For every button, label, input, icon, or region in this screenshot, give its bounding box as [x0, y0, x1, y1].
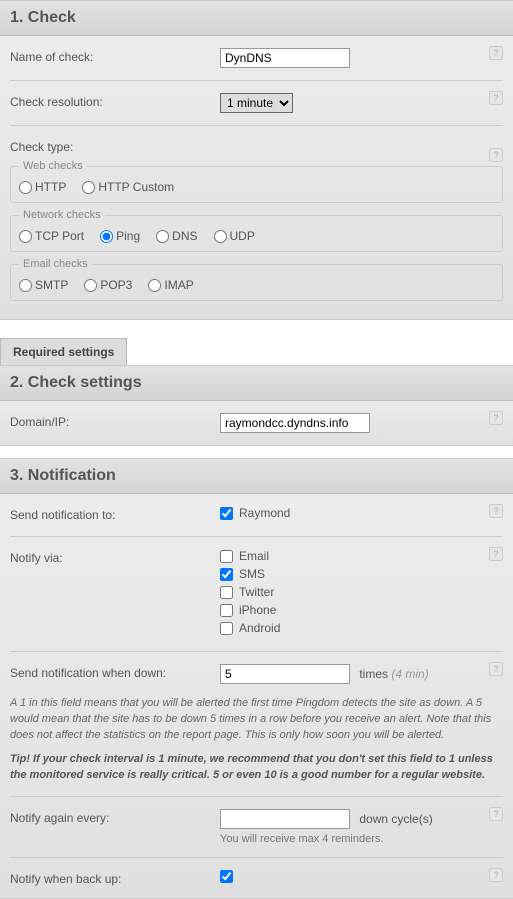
help-icon[interactable]: ?: [489, 148, 503, 162]
when-down-times: times: [359, 667, 388, 681]
check-resolution-label: Check resolution:: [10, 93, 220, 113]
via-iphone[interactable]: iPhone: [220, 603, 503, 617]
legend-network: Network checks: [19, 209, 105, 221]
via-email[interactable]: Email: [220, 549, 503, 563]
help-icon[interactable]: ?: [489, 46, 503, 60]
help-icon[interactable]: ?: [489, 868, 503, 882]
row-when-down: Send notification when down: times (4 mi…: [10, 652, 503, 688]
notify-via-label: Notify via:: [10, 549, 220, 639]
section-settings-header: 2. Check settings: [0, 365, 513, 401]
notify-again-suffix: down cycle(s): [359, 812, 432, 826]
row-check-type: Check type: ? Web checks HTTP HTTP Custo…: [10, 126, 503, 319]
via-sms[interactable]: SMS: [220, 567, 503, 581]
radio-udp[interactable]: UDP: [214, 229, 255, 243]
domain-input[interactable]: [220, 413, 370, 433]
when-down-tip: Tip! If your check interval is 1 minute,…: [10, 748, 503, 797]
help-icon[interactable]: ?: [489, 411, 503, 425]
fieldset-web-checks: Web checks HTTP HTTP Custom: [10, 160, 503, 203]
radio-http-custom[interactable]: HTTP Custom: [82, 180, 174, 194]
tab-required-settings[interactable]: Required settings: [0, 338, 127, 365]
when-down-hint: (4 min): [391, 667, 428, 681]
radio-imap[interactable]: IMAP: [148, 278, 193, 292]
section-notification-body: Send notification to: Raymond ? Notify v…: [0, 494, 513, 899]
fieldset-email-checks: Email checks SMTP POP3 IMAP: [10, 258, 503, 301]
row-sendto: Send notification to: Raymond ?: [10, 494, 503, 537]
section-notification-header: 3. Notification: [0, 458, 513, 494]
tab-bar: Required settings: [0, 332, 513, 365]
via-android[interactable]: Android: [220, 621, 503, 635]
help-icon[interactable]: ?: [489, 662, 503, 676]
radio-smtp[interactable]: SMTP: [19, 278, 68, 292]
notify-backup-label: Notify when back up:: [10, 870, 220, 886]
domain-label: Domain/IP:: [10, 413, 220, 433]
check-name-input[interactable]: [220, 48, 350, 68]
section-check-title: 1. Check: [10, 9, 503, 27]
radio-pop3[interactable]: POP3: [84, 278, 132, 292]
via-twitter[interactable]: Twitter: [220, 585, 503, 599]
when-down-input[interactable]: [220, 664, 350, 684]
radio-tcp-port[interactable]: TCP Port: [19, 229, 84, 243]
sendto-raymond[interactable]: Raymond: [220, 506, 503, 520]
section-check-body: Name of check: ? Check resolution: 1 min…: [0, 36, 513, 320]
row-check-name: Name of check: ?: [10, 36, 503, 81]
row-notify-via: Notify via: Email SMS Twitter iPhone Android…: [10, 537, 503, 652]
section-check-header: 1. Check: [0, 0, 513, 36]
when-down-explain: A 1 in this field means that you will be…: [10, 688, 503, 748]
row-check-resolution: Check resolution: 1 minute ?: [10, 81, 503, 126]
row-domain: Domain/IP: ?: [10, 401, 503, 445]
check-resolution-select[interactable]: 1 minute: [220, 93, 293, 113]
legend-email: Email checks: [19, 258, 92, 270]
section-settings-title: 2. Check settings: [10, 374, 503, 392]
radio-http[interactable]: HTTP: [19, 180, 66, 194]
section-settings-body: Domain/IP: ?: [0, 401, 513, 446]
fieldset-network-checks: Network checks TCP Port Ping DNS UDP: [10, 209, 503, 252]
radio-dns[interactable]: DNS: [156, 229, 197, 243]
radio-ping[interactable]: Ping: [100, 229, 140, 243]
notify-again-label: Notify again every:: [10, 809, 220, 845]
row-notify-again: Notify again every: down cycle(s) You wi…: [10, 797, 503, 858]
check-name-label: Name of check:: [10, 48, 220, 68]
when-down-label: Send notification when down:: [10, 664, 220, 684]
help-icon[interactable]: ?: [489, 547, 503, 561]
notify-again-sub: You will receive max 4 reminders.: [220, 833, 503, 845]
legend-web: Web checks: [19, 160, 87, 172]
row-notify-backup: Notify when back up: ?: [10, 858, 503, 898]
notify-again-input[interactable]: [220, 809, 350, 829]
sendto-label: Send notification to:: [10, 506, 220, 524]
help-icon[interactable]: ?: [489, 504, 503, 518]
help-icon[interactable]: ?: [489, 807, 503, 821]
help-icon[interactable]: ?: [489, 91, 503, 105]
check-type-label: Check type:: [10, 138, 220, 154]
section-notification-title: 3. Notification: [10, 467, 503, 485]
